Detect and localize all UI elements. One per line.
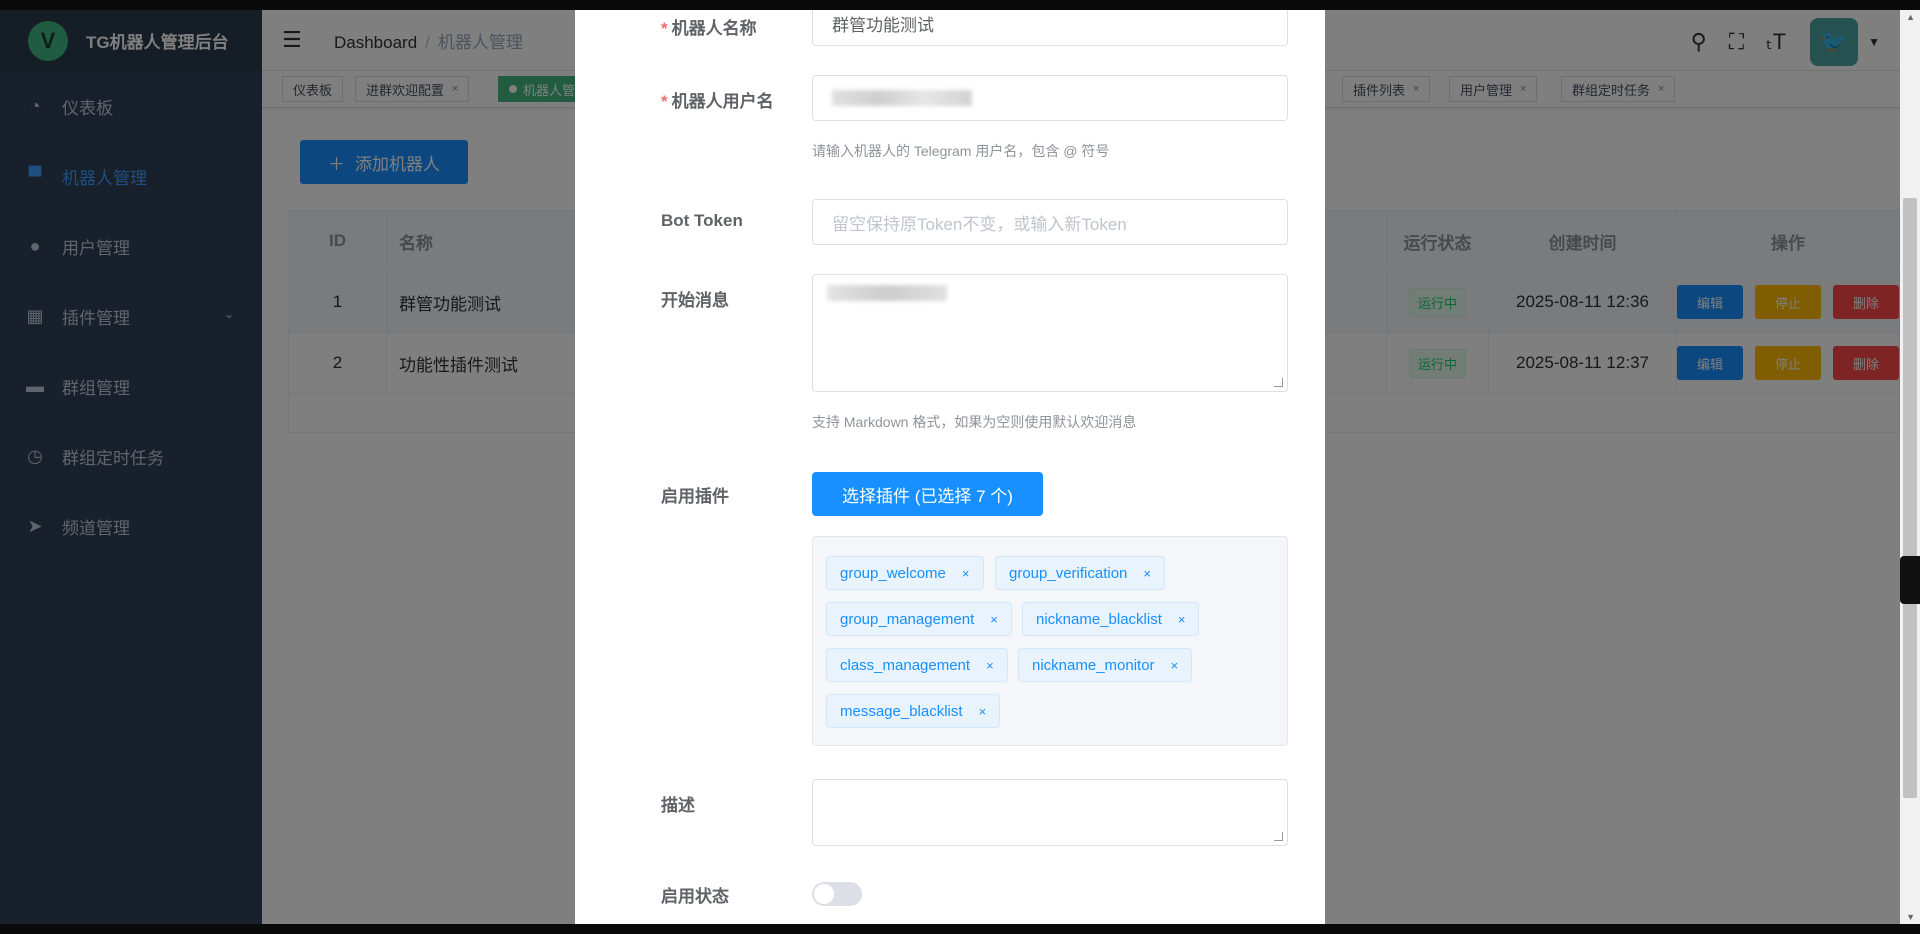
- close-icon[interactable]: ×: [986, 658, 994, 673]
- plugin-tag-label: nickname_monitor: [1032, 656, 1155, 674]
- scrollbar-thumb[interactable]: [1903, 198, 1917, 798]
- window-top-strip: [0, 0, 1920, 10]
- plugin-tag: group_welcome ×: [826, 556, 984, 590]
- username-help: 请输入机器人的 Telegram 用户名，包含 @ 符号: [812, 143, 1110, 159]
- window-bottom-strip: [0, 924, 1920, 934]
- plugin-tag: nickname_blacklist ×: [1022, 602, 1200, 636]
- scroll-down-icon[interactable]: ▼: [1906, 912, 1915, 922]
- bot-name-input[interactable]: 群管功能测试: [812, 10, 1288, 46]
- scroll-up-icon[interactable]: ▲: [1906, 12, 1915, 22]
- redacted-value: [832, 90, 972, 106]
- start-message-label: 开始消息: [661, 291, 729, 310]
- select-plugins-button[interactable]: 选择插件 (已选择 7 个): [812, 472, 1043, 516]
- plugin-tag: class_management ×: [826, 648, 1008, 682]
- plugin-tag-label: group_verification: [1009, 564, 1128, 582]
- plugin-tag-label: group_management: [840, 610, 975, 628]
- description-textarea[interactable]: [812, 779, 1288, 846]
- plugin-tag: group_management ×: [826, 602, 1012, 636]
- page-scrollbar[interactable]: ▲ ▼: [1900, 10, 1920, 924]
- start-message-help: 支持 Markdown 格式，如果为空则使用默认欢迎消息: [812, 414, 1137, 430]
- required-mark: *: [661, 92, 668, 111]
- redacted-value: [827, 285, 947, 301]
- bot-username-input[interactable]: [812, 75, 1288, 121]
- app-root: V TG机器人管理后台 ◔ 仪表板 ▀ 机器人管理 ● 用户管理 ▦ 插件管理 …: [0, 10, 1920, 924]
- plugin-tag-label: group_welcome: [840, 564, 946, 582]
- plugin-tag: group_verification ×: [995, 556, 1165, 590]
- close-icon[interactable]: ×: [1178, 612, 1186, 627]
- start-message-textarea[interactable]: [812, 274, 1288, 392]
- description-label: 描述: [661, 796, 695, 815]
- required-mark: *: [661, 19, 668, 38]
- selected-plugins-box: group_welcome × group_verification × group…: [812, 536, 1288, 746]
- enabled-label: 启用状态: [661, 887, 729, 906]
- username-label-text: 机器人用户名: [671, 92, 774, 111]
- close-icon[interactable]: ×: [962, 566, 970, 581]
- plugin-tag: nickname_monitor ×: [1018, 648, 1193, 682]
- username-label: * 机器人用户名: [661, 87, 774, 112]
- enabled-switch[interactable]: [812, 882, 862, 906]
- resize-handle-icon[interactable]: [1274, 832, 1283, 841]
- switch-knob: [814, 884, 834, 904]
- close-icon[interactable]: ×: [1143, 566, 1151, 581]
- close-icon[interactable]: ×: [979, 704, 987, 719]
- side-panel-handle[interactable]: [1900, 556, 1920, 604]
- plugin-tag-label: message_blacklist: [840, 702, 963, 720]
- edit-bot-dialog: * 机器人名称 群管功能测试 * 机器人用户名 请输入机器人的 Telegram 用…: [575, 10, 1325, 924]
- plugins-label: 启用插件: [661, 487, 729, 506]
- plugin-tag-label: class_management: [840, 656, 971, 674]
- close-icon[interactable]: ×: [990, 612, 998, 627]
- resize-handle-icon[interactable]: [1274, 378, 1283, 387]
- bot-token-input[interactable]: 留空保持原Token不变，或输入新Token: [812, 199, 1288, 245]
- name-label-text: 机器人名称: [671, 19, 757, 38]
- token-label: Bot Token: [661, 211, 743, 230]
- plugin-tag: message_blacklist ×: [826, 694, 1001, 728]
- close-icon[interactable]: ×: [1171, 658, 1179, 673]
- plugin-tag-label: nickname_blacklist: [1036, 610, 1162, 628]
- name-label: * 机器人名称: [661, 14, 757, 39]
